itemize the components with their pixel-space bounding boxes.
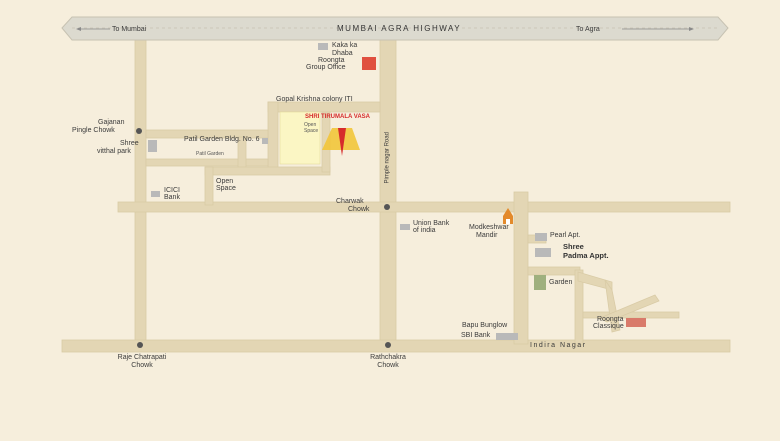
building-padma bbox=[535, 248, 551, 257]
shree-vitthal-label-2: vitthal park bbox=[97, 148, 131, 155]
roongta-classique-label-2: Classique bbox=[593, 323, 624, 330]
gopal-krishna-label: Gopal Krishna colony ITI bbox=[276, 96, 353, 103]
building-pearl bbox=[535, 233, 547, 241]
building-sbi bbox=[496, 333, 518, 340]
charwak-label-2: Chowk bbox=[348, 206, 370, 213]
road-network bbox=[61, 16, 731, 353]
charwak-pin bbox=[384, 204, 390, 210]
raje-label-2: Chowk bbox=[131, 362, 153, 369]
raje-pin bbox=[137, 342, 143, 348]
road-open-space bbox=[204, 166, 331, 176]
padma-label-2: Padma Appt. bbox=[563, 251, 609, 260]
patil-garden-label: Patil Garden bbox=[196, 151, 224, 157]
to-mumbai-label: To Mumbai bbox=[112, 26, 147, 33]
charwak-label-1: Charwak bbox=[336, 198, 364, 205]
open-space-label-2: Space bbox=[216, 185, 236, 192]
gajanan-label-2: Pingle Chowk bbox=[72, 127, 115, 134]
indira-nagar-label: Indira Nagar bbox=[530, 342, 587, 349]
building-garden bbox=[534, 275, 546, 290]
modkeshwar-label-2: Mandir bbox=[476, 232, 498, 239]
road-pimple-nagar bbox=[379, 39, 397, 347]
rathchakra-label-2: Chowk bbox=[377, 362, 399, 369]
to-agra-label: To Agra bbox=[576, 26, 600, 33]
raje-label-1: Raje Chatrapati bbox=[117, 354, 167, 361]
road-left-vertical bbox=[134, 39, 147, 347]
building-roongta-office bbox=[362, 57, 376, 70]
sbi-label: SBI Bank bbox=[461, 332, 491, 339]
building-shree-vitthal bbox=[148, 140, 157, 152]
location-map: To Mumbai MUMBAI AGRA HIGHWAY To Agra Ka… bbox=[0, 0, 780, 441]
project-name-label: SHRI TIRUMALA VASA bbox=[305, 114, 370, 120]
shree-vitthal-label-1: Shree bbox=[120, 140, 139, 147]
building-patil-no6 bbox=[262, 138, 268, 144]
building-icici bbox=[151, 191, 160, 197]
road-indira-nagar bbox=[61, 339, 731, 353]
road-right-vertical bbox=[513, 191, 529, 345]
icici-label-2: Bank bbox=[164, 194, 180, 201]
project-open-space-label: Open Space bbox=[304, 122, 319, 134]
building-union bbox=[400, 224, 410, 230]
building-kaka-dhaba bbox=[318, 43, 328, 50]
roongta-office-label-2: Group Office bbox=[306, 64, 346, 71]
pimple-nagar-road-label: Pimple nagar Road bbox=[384, 132, 391, 184]
highway-title: MUMBAI AGRA HIGHWAY bbox=[337, 24, 462, 33]
union-label-2: of india bbox=[413, 227, 436, 234]
building-roongta-classique bbox=[626, 318, 646, 327]
gajanan-pin bbox=[136, 128, 142, 134]
rathchakra-label-1: Rathchakra bbox=[370, 354, 406, 361]
garden-label: Garden bbox=[549, 279, 573, 286]
gajanan-label-1: Gajanan bbox=[98, 119, 125, 126]
pearl-label: Pearl Apt. bbox=[550, 232, 581, 239]
rathchakra-pin bbox=[385, 342, 391, 348]
modkeshwar-label-1: Modkeshwar bbox=[469, 224, 509, 231]
kaka-dhaba-label-1: Kaka ka bbox=[332, 42, 358, 49]
bapu-label: Bapu Bunglow bbox=[462, 322, 508, 329]
patil-bldg-label: Patil Garden Bldg. No. 6 bbox=[184, 136, 260, 143]
